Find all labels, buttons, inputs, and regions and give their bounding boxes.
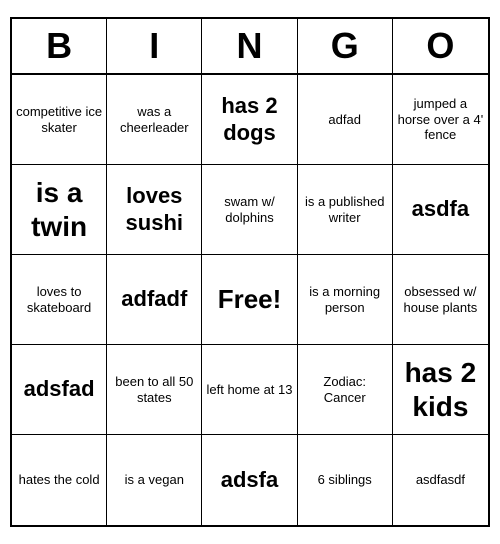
header-letter: N	[202, 19, 297, 73]
bingo-grid: competitive ice skaterwas a cheerleaderh…	[12, 75, 488, 525]
bingo-cell[interactable]: Zodiac: Cancer	[298, 345, 393, 435]
bingo-cell[interactable]: swam w/ dolphins	[202, 165, 297, 255]
bingo-cell[interactable]: was a cheerleader	[107, 75, 202, 165]
header-letter: I	[107, 19, 202, 73]
bingo-cell[interactable]: loves to skateboard	[12, 255, 107, 345]
bingo-cell[interactable]: is a morning person	[298, 255, 393, 345]
bingo-cell[interactable]: adsfa	[202, 435, 297, 525]
bingo-cell[interactable]: is a published writer	[298, 165, 393, 255]
bingo-cell[interactable]: left home at 13	[202, 345, 297, 435]
bingo-cell[interactable]: 6 siblings	[298, 435, 393, 525]
header-letter: G	[298, 19, 393, 73]
bingo-cell[interactable]: adfad	[298, 75, 393, 165]
bingo-cell[interactable]: asdfasdf	[393, 435, 488, 525]
header-letter: O	[393, 19, 488, 73]
bingo-cell[interactable]: obsessed w/ house plants	[393, 255, 488, 345]
bingo-cell[interactable]: is a vegan	[107, 435, 202, 525]
bingo-card: BINGO competitive ice skaterwas a cheerl…	[10, 17, 490, 527]
bingo-cell[interactable]: is a twin	[12, 165, 107, 255]
header-letter: B	[12, 19, 107, 73]
bingo-cell[interactable]: adsfad	[12, 345, 107, 435]
bingo-cell[interactable]: competitive ice skater	[12, 75, 107, 165]
bingo-cell[interactable]: been to all 50 states	[107, 345, 202, 435]
bingo-header: BINGO	[12, 19, 488, 75]
bingo-cell[interactable]: jumped a horse over a 4' fence	[393, 75, 488, 165]
bingo-cell[interactable]: loves sushi	[107, 165, 202, 255]
bingo-cell[interactable]: adfadf	[107, 255, 202, 345]
bingo-cell[interactable]: asdfa	[393, 165, 488, 255]
bingo-cell[interactable]: has 2 kids	[393, 345, 488, 435]
bingo-cell[interactable]: Free!	[202, 255, 297, 345]
bingo-cell[interactable]: has 2 dogs	[202, 75, 297, 165]
bingo-cell[interactable]: hates the cold	[12, 435, 107, 525]
